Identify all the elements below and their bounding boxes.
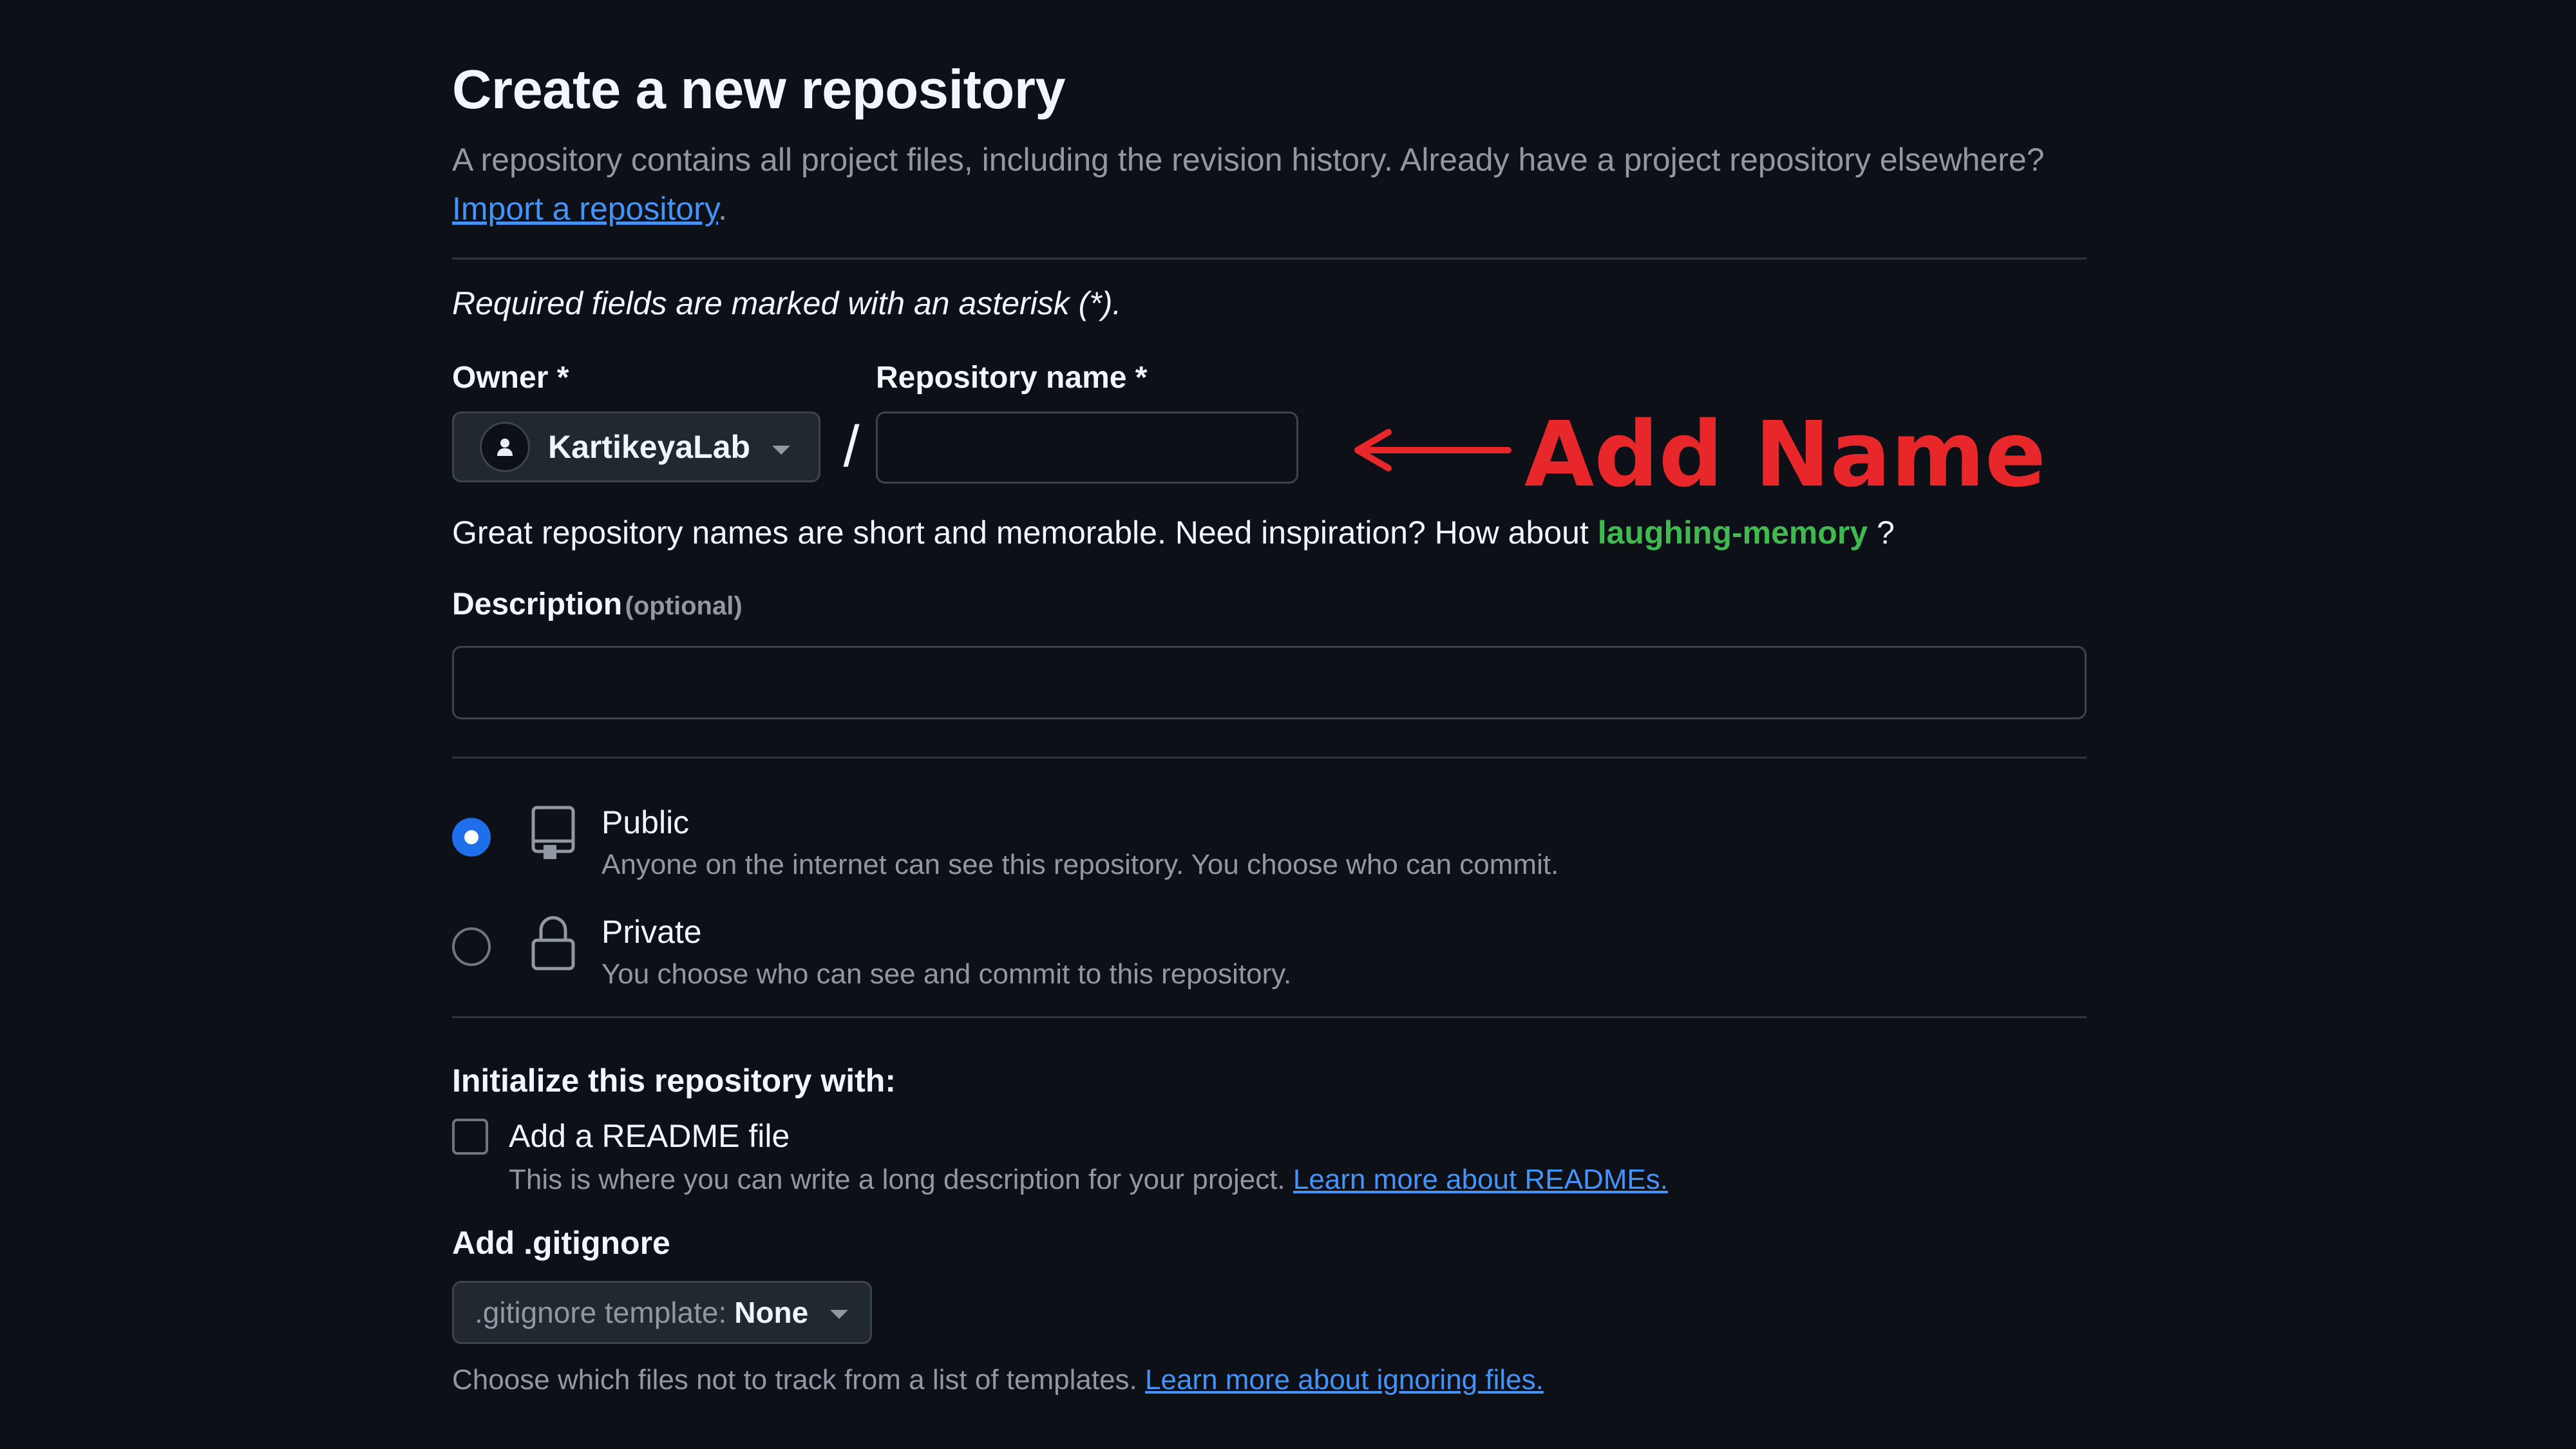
description-label-row: Description (optional) [452, 585, 2087, 624]
repository-name-input[interactable] [876, 412, 1298, 484]
hint-text: Great repository names are short and mem… [452, 515, 1589, 551]
public-title: Public [601, 804, 690, 840]
repo-name-label: Repository name * [876, 361, 1148, 395]
new-repo-form: Create a new repository A repository con… [452, 45, 2087, 1399]
divider [452, 258, 2087, 260]
gitignore-select-row: .gitignore template: None [452, 1281, 2087, 1344]
person-icon [497, 439, 513, 456]
name-suggestion-link[interactable]: laughing-memory [1598, 515, 1868, 551]
visibility-option-public[interactable]: Public Anyone on the internet can see th… [452, 804, 2087, 881]
gitignore-title: Add .gitignore [452, 1225, 670, 1261]
visibility-options: Public Anyone on the internet can see th… [452, 759, 2087, 1016]
readme-option: Add a README file This is where you can … [452, 1112, 2087, 1195]
public-radio[interactable] [452, 818, 491, 857]
readme-label[interactable]: Add a README file [509, 1117, 790, 1155]
hint-question-mark: ? [1877, 515, 1895, 551]
readme-description: This is where you can write a long descr… [509, 1164, 1668, 1196]
gitignore-desc-text: Choose which files not to track from a l… [452, 1364, 1137, 1396]
repo-icon [531, 806, 575, 859]
private-radio[interactable] [452, 927, 491, 966]
visibility-option-private[interactable]: Private You choose who can see and commi… [452, 913, 2087, 990]
owner-avatar [480, 422, 530, 472]
owner-name: KartikeyaLab [548, 429, 751, 465]
description-row [452, 646, 2087, 719]
gitignore-learn-more-link[interactable]: Learn more about ignoring files. [1145, 1364, 1544, 1396]
owner-repo-row: KartikeyaLab / Add Name [452, 410, 2087, 500]
owner-select-button[interactable]: KartikeyaLab [452, 412, 820, 482]
gitignore-description: Choose which files not to track from a l… [452, 1361, 2087, 1399]
description-optional-tag: (optional) [625, 592, 743, 620]
gitignore-select-value: None [734, 1296, 809, 1329]
chevron-down-icon [772, 446, 790, 455]
owner-repo-labels: Owner * Repository name * [452, 359, 2087, 397]
divider [452, 1016, 2087, 1018]
repo-name-hint: Great repository names are short and mem… [452, 508, 2087, 557]
arrow-left-icon [1354, 429, 1511, 471]
readme-checkbox[interactable] [452, 1119, 488, 1155]
readme-desc-text: This is where you can write a long descr… [509, 1164, 1285, 1195]
public-description: Anyone on the internet can see this repo… [601, 849, 1559, 880]
page-title: Create a new repository [452, 59, 1066, 120]
required-note: Required fields are marked with an aster… [452, 285, 1122, 321]
gitignore-select-prefix: .gitignore template: [475, 1296, 727, 1329]
readme-learn-more-link[interactable]: Learn more about READMEs. [1293, 1164, 1668, 1195]
intro-description: A repository contains all project files,… [452, 142, 2045, 178]
gitignore-template-select[interactable]: .gitignore template: None [452, 1281, 872, 1344]
annotation-label: Add Name [1524, 402, 2046, 507]
description-input[interactable] [452, 646, 2087, 719]
lock-icon [531, 916, 575, 971]
import-repository-link[interactable]: Import a repository [452, 191, 718, 227]
private-title: Private [601, 914, 702, 950]
owner-label: Owner * [452, 361, 569, 395]
private-description: You choose who can see and commit to thi… [601, 958, 1292, 990]
description-label: Description [452, 587, 623, 621]
intro-text: A repository contains all project files,… [452, 135, 2087, 233]
initialize-title: Initialize this repository with: [452, 1063, 896, 1099]
intro-period: . [718, 191, 728, 227]
owner-repo-separator: / [843, 414, 860, 479]
chevron-down-icon [830, 1310, 848, 1319]
